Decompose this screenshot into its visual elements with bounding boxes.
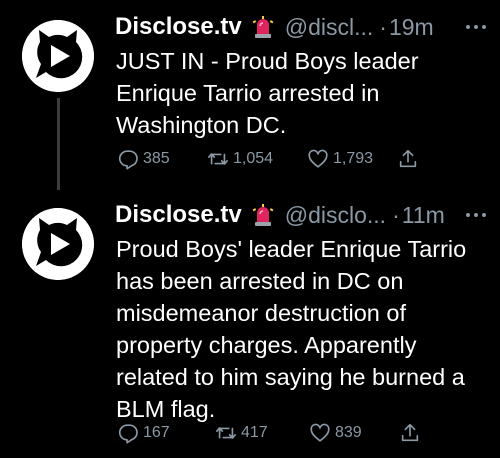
heart-icon	[310, 423, 330, 442]
avatar[interactable]	[22, 208, 94, 280]
reply-icon	[118, 424, 138, 444]
tweet-text: JUST IN - Proud Boys leader Enrique Tarr…	[116, 48, 419, 138]
like-count: 1,793	[333, 150, 374, 167]
retweet-button[interactable]: 1,054	[207, 148, 307, 170]
retweet-count: 417	[241, 424, 268, 441]
reply-button[interactable]: 167	[117, 422, 215, 444]
timestamp[interactable]: 11m	[402, 202, 445, 229]
author-name[interactable]: Disclose.tv	[115, 201, 242, 229]
author-handle[interactable]: @disclo...	[285, 202, 386, 229]
heart-icon	[308, 149, 328, 168]
author-name[interactable]: Disclose.tv	[115, 13, 242, 41]
retweet-count: 1,054	[233, 150, 274, 167]
reply-count: 385	[143, 150, 170, 167]
disclose-logo-icon	[22, 208, 94, 280]
share-icon	[399, 149, 417, 168]
tweet-actions: 385 1,054 1,793	[117, 144, 447, 174]
tweet-header: Disclose.tv @disclo... · 11m	[115, 198, 490, 232]
share-button[interactable]	[397, 148, 423, 170]
like-count: 839	[335, 424, 362, 441]
more-options-icon[interactable]	[462, 198, 490, 232]
tweet-actions: 167 417 839	[117, 418, 447, 448]
author-handle[interactable]: @discl...	[285, 14, 374, 41]
timestamp[interactable]: 19m	[389, 14, 434, 41]
tweet[interactable]: Disclose.tv @discl... · 19m JUST IN - Pr…	[0, 0, 500, 190]
tweet[interactable]: Disclose.tv @disclo... · 11m Proud Boys'…	[0, 188, 500, 458]
retweet-icon	[208, 153, 228, 165]
like-button[interactable]: 839	[309, 422, 399, 444]
share-button[interactable]	[399, 422, 425, 444]
siren-emoji-icon	[251, 15, 275, 39]
tweet-header: Disclose.tv @discl... · 19m	[115, 10, 490, 44]
like-button[interactable]: 1,793	[307, 148, 397, 170]
reply-button[interactable]: 385	[117, 148, 207, 170]
separator-dot: ·	[379, 13, 387, 40]
retweet-icon	[216, 427, 236, 439]
siren-emoji-icon	[251, 203, 275, 227]
thread-connector-line	[57, 98, 60, 190]
disclose-logo-icon	[22, 20, 94, 92]
more-options-icon[interactable]	[462, 10, 490, 44]
avatar[interactable]	[22, 20, 94, 92]
reply-count: 167	[143, 424, 170, 441]
separator-dot: ·	[392, 201, 400, 228]
reply-icon	[118, 150, 138, 170]
tweet-text: Proud Boys' leader Enrique Tarrio has be…	[116, 236, 467, 422]
share-icon	[401, 423, 419, 442]
retweet-button[interactable]: 417	[215, 422, 309, 444]
